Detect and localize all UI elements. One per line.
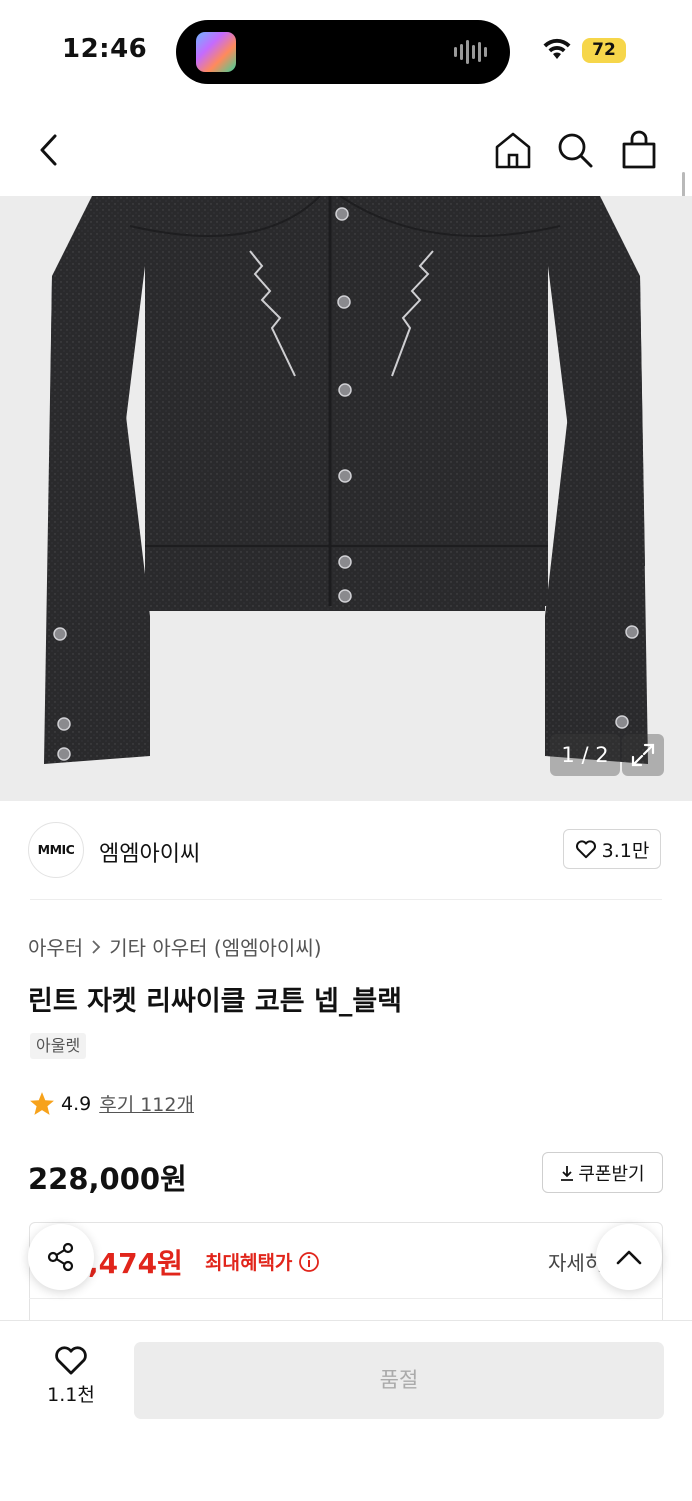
reviews-link[interactable]: 후기 112개 [99,1090,194,1117]
expand-icon [631,743,655,767]
wishlist-count: 1.1천 [47,1384,95,1406]
heart-icon [55,1346,87,1375]
details-link[interactable]: 자세히 [548,1247,603,1276]
wishlist-button[interactable]: 1.1천 [36,1344,106,1414]
back-button[interactable] [24,125,74,175]
bag-icon [622,130,656,169]
max-benefit-label: 최대혜택가 [205,1248,320,1275]
product-price: 228,000원 [28,1162,187,1196]
back-chevron-icon [40,134,57,166]
search-button[interactable] [550,125,600,175]
cart-button[interactable] [614,125,664,175]
audio-wave-icon [454,20,494,84]
chevron-right-icon [92,939,101,954]
coupon-label: 쿠폰받기 [578,1163,645,1185]
scroll-top-button[interactable] [596,1224,662,1290]
image-counter: 1 / 2 [550,734,620,776]
breadcrumb-category[interactable]: 아우터 [28,932,83,961]
chevron-up-icon [616,1250,642,1265]
max-benefit-price: ,474원 [88,1247,183,1280]
max-benefit-text: 최대혜택가 [205,1252,293,1274]
breadcrumb: 아우터 기타 아우터 (엠엠아이씨) [28,932,322,961]
divider [30,899,662,900]
brand-logo[interactable]: MMIC [28,822,84,878]
breadcrumb-subcategory[interactable]: 기타 아우터 (엠엠아이씨) [109,932,321,961]
battery-indicator: 72 [582,38,626,63]
expand-image-button[interactable] [622,734,664,776]
share-button[interactable] [28,1224,94,1290]
now-playing-artwork [196,32,236,72]
home-button[interactable] [488,125,538,175]
brand-like-count: 3.1만 [601,839,650,862]
brand-like-button[interactable]: 3.1만 [563,829,661,869]
heart-icon [575,840,596,859]
outlet-tag: 아울렛 [30,1033,87,1059]
download-icon [561,1165,574,1181]
coupon-button[interactable]: 쿠폰받기 [542,1152,663,1193]
home-icon [495,132,531,169]
rating-score: 4.9 [61,1092,92,1115]
status-bar: 12:46 72 [0,0,692,100]
share-icon [47,1242,74,1272]
wifi-icon [543,38,571,59]
star-icon [30,1092,54,1115]
product-image-carousel[interactable] [0,196,692,801]
product-photo [44,196,648,764]
benefit-divider [29,1298,663,1299]
sold-out-button[interactable]: 품절 [134,1342,664,1419]
brand-name[interactable]: 엠엠아이씨 [99,836,200,868]
info-icon[interactable] [298,1251,320,1273]
rating-row: 4.9 후기 112개 [29,1090,194,1117]
dynamic-island[interactable] [176,20,510,84]
clock: 12:46 [62,34,148,64]
product-title: 린트 자켓 리싸이클 코튼 넵_블랙 [28,986,403,1017]
search-icon [558,133,593,168]
